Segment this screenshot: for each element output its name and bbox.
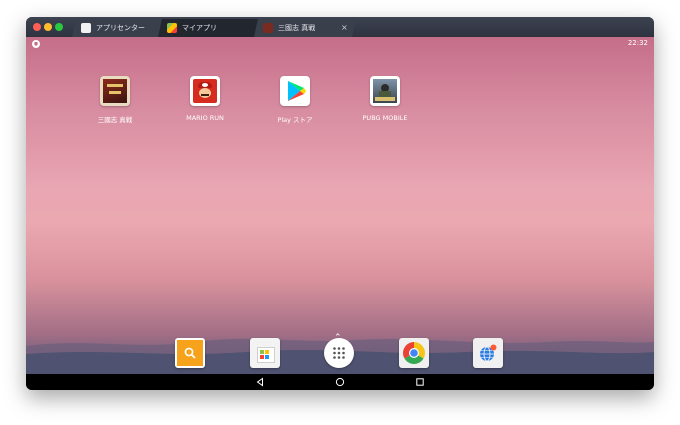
bluestacks-icon — [167, 23, 177, 33]
maximize-window-button[interactable] — [55, 23, 63, 31]
chrome-icon — [403, 342, 425, 364]
tab-my-apps[interactable]: マイアプリ — [158, 19, 258, 37]
app-drawer-button[interactable] — [324, 338, 354, 368]
tab-sangokushi[interactable]: 三國志 真戦 × — [254, 19, 356, 37]
mario-run-icon — [190, 76, 220, 106]
app-play-store[interactable]: Play ストア — [255, 76, 335, 124]
app-label: PUBG MOBILE — [362, 114, 408, 122]
app-label: 三國志 真戦 — [97, 116, 133, 124]
home-button[interactable] — [330, 374, 350, 390]
play-store-icon — [280, 76, 310, 106]
app-center-icon — [81, 23, 91, 33]
clock: 22:32 — [627, 39, 648, 47]
app-sangokushi[interactable]: 三國志 真戦 — [75, 76, 155, 124]
back-icon — [256, 377, 263, 387]
android-home-screen: 22:32 三國志 真戦 MARIO RUN Play ストア PUBG MOB… — [26, 37, 654, 374]
title-bar: アプリセンター マイアプリ 三國志 真戦 × — [26, 17, 654, 37]
search-app[interactable] — [175, 338, 205, 368]
android-nav-bar — [26, 374, 654, 390]
sangokushi-icon — [100, 76, 130, 106]
back-button[interactable] — [250, 374, 270, 390]
tab-label: アプリセンター — [96, 24, 145, 32]
app-mario-run[interactable]: MARIO RUN — [165, 76, 245, 122]
bluestacks-window: アプリセンター マイアプリ 三國志 真戦 × 22:32 三國志 真戦 MARI… — [26, 17, 654, 390]
browser-icon — [480, 344, 497, 362]
browser-app[interactable] — [473, 338, 503, 368]
tab-label: マイアプリ — [182, 24, 217, 32]
home-icon — [335, 377, 345, 387]
status-bar: 22:32 — [26, 37, 654, 51]
recents-button[interactable] — [410, 374, 430, 390]
tab-label: 三國志 真戦 — [278, 24, 316, 32]
chrome-app[interactable] — [399, 338, 429, 368]
close-window-button[interactable] — [33, 23, 41, 31]
minimize-window-button[interactable] — [44, 23, 52, 31]
tab-close-icon[interactable]: × — [341, 19, 348, 37]
sangokushi-icon — [263, 23, 273, 33]
pubg-icon — [370, 76, 400, 106]
app-center-dock[interactable] — [250, 338, 280, 368]
tab-app-center[interactable]: アプリセンター — [72, 19, 164, 37]
shield-icon — [32, 40, 40, 48]
app-pubg-mobile[interactable]: PUBG MOBILE — [345, 76, 425, 122]
app-drawer-icon — [333, 347, 345, 359]
app-label: MARIO RUN — [186, 114, 224, 122]
recents-icon — [416, 378, 424, 386]
app-label: Play ストア — [277, 116, 313, 124]
